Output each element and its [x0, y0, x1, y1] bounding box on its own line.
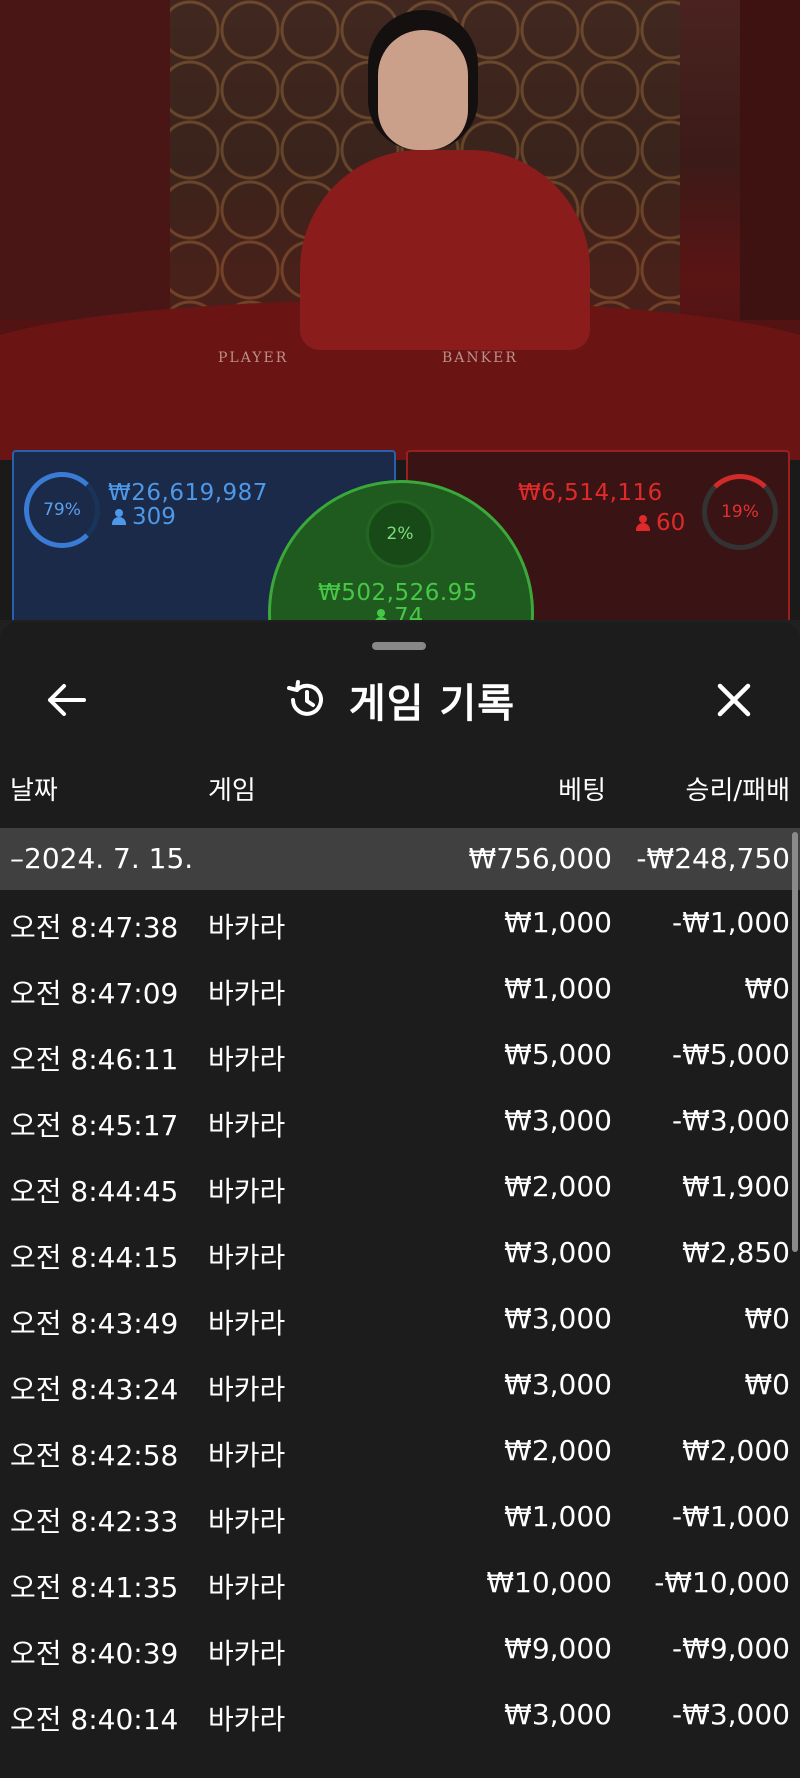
- history-row[interactable]: 오전 8:40:39 바카라 ₩9,000 -₩9,000: [0, 1616, 800, 1682]
- row-time: 오전 8:47:38: [10, 911, 179, 944]
- row-result: -₩9,000: [672, 1632, 790, 1665]
- row-result: -₩1,000: [672, 1500, 790, 1533]
- row-bet: ₩1,000: [504, 972, 612, 1005]
- row-time: 오전 8:42:58: [10, 1439, 179, 1472]
- row-time: 오전 8:41:35: [10, 1571, 179, 1604]
- row-game: 바카라: [208, 1637, 286, 1670]
- summary-date: –2024. 7. 15.: [10, 842, 194, 875]
- row-game: 바카라: [208, 1241, 286, 1274]
- close-icon: [717, 683, 751, 717]
- tie-percent-ring: 2%: [366, 500, 434, 568]
- player-count: 309: [112, 504, 176, 530]
- row-time: 오전 8:46:11: [10, 1043, 179, 1076]
- history-icon: [286, 680, 323, 716]
- row-time: 오전 8:40:14: [10, 1703, 179, 1736]
- column-header-bet: 베팅: [558, 776, 606, 806]
- row-game: 바카라: [208, 1439, 286, 1472]
- row-time: 오전 8:43:49: [10, 1307, 179, 1340]
- row-bet: ₩3,000: [504, 1368, 612, 1401]
- history-row[interactable]: 오전 8:47:38 바카라 ₩1,000 -₩1,000: [0, 890, 800, 956]
- row-result: ₩0: [744, 1302, 791, 1335]
- game-history-sheet: 게임 기록 날짜 게임 베팅 승리/패배 –2024. 7. 15. ₩756,…: [0, 622, 800, 1778]
- sheet-header: 게임 기록: [0, 670, 800, 730]
- row-time: 오전 8:44:45: [10, 1175, 179, 1208]
- sheet-title: 게임 기록: [348, 681, 516, 727]
- live-video-feed: PLAYER BANKER: [0, 0, 800, 460]
- banker-percent-ring: 19%: [702, 474, 778, 550]
- history-row[interactable]: 오전 8:46:11 바카라 ₩5,000 -₩5,000: [0, 1022, 800, 1088]
- column-header-game: 게임: [208, 776, 256, 806]
- row-bet: ₩3,000: [504, 1236, 612, 1269]
- row-game: 바카라: [208, 1571, 286, 1604]
- date-summary-row[interactable]: –2024. 7. 15. ₩756,000 -₩248,750: [0, 828, 800, 890]
- table-label-banker: BANKER: [442, 350, 518, 366]
- row-time: 오전 8:40:39: [10, 1637, 179, 1670]
- close-button[interactable]: [704, 670, 764, 730]
- row-result: ₩1,900: [682, 1170, 790, 1203]
- row-game: 바카라: [208, 1175, 286, 1208]
- row-game: 바카라: [208, 977, 286, 1010]
- history-list: 오전 8:47:38 바카라 ₩1,000 -₩1,000 오전 8:47:09 바카라 ₩…: [0, 890, 800, 1748]
- history-row[interactable]: 오전 8:40:14 바카라 ₩3,000 -₩3,000: [0, 1682, 800, 1748]
- row-time: 오전 8:43:24: [10, 1373, 179, 1406]
- row-bet: ₩5,000: [504, 1038, 612, 1071]
- history-row[interactable]: 오전 8:42:58 바카라 ₩2,000 ₩2,000: [0, 1418, 800, 1484]
- history-row[interactable]: 오전 8:43:24 바카라 ₩3,000 ₩0: [0, 1352, 800, 1418]
- row-result: -₩1,000: [672, 906, 790, 939]
- row-game: 바카라: [208, 1043, 286, 1076]
- row-result: ₩0: [744, 972, 791, 1005]
- history-row[interactable]: 오전 8:43:49 바카라 ₩3,000 ₩0: [0, 1286, 800, 1352]
- tie-total-amount: ₩502,526.95: [318, 580, 478, 606]
- dealer: [378, 30, 468, 150]
- row-time: 오전 8:44:15: [10, 1241, 179, 1274]
- row-result: -₩3,000: [672, 1104, 790, 1137]
- row-result: -₩5,000: [672, 1038, 790, 1071]
- history-row[interactable]: 오전 8:44:45 바카라 ₩2,000 ₩1,900: [0, 1154, 800, 1220]
- row-result: ₩2,000: [682, 1434, 790, 1467]
- player-total-amount: ₩26,619,987: [108, 480, 268, 506]
- row-game: 바카라: [208, 1373, 286, 1406]
- row-bet: ₩9,000: [504, 1632, 612, 1665]
- row-result: ₩0: [744, 1368, 791, 1401]
- row-result: -₩10,000: [654, 1566, 790, 1599]
- banker-count: 60: [636, 510, 685, 536]
- history-row[interactable]: 오전 8:41:35 바카라 ₩10,000 -₩10,000: [0, 1550, 800, 1616]
- row-game: 바카라: [208, 1703, 286, 1736]
- row-result: ₩2,850: [682, 1236, 790, 1269]
- row-bet: ₩3,000: [504, 1698, 612, 1731]
- history-row[interactable]: 오전 8:45:17 바카라 ₩3,000 -₩3,000: [0, 1088, 800, 1154]
- row-bet: ₩2,000: [504, 1170, 612, 1203]
- column-header-date: 날짜: [10, 776, 58, 806]
- column-header-result: 승리/패배: [685, 776, 790, 806]
- row-bet: ₩2,000: [504, 1434, 612, 1467]
- table-label-player: PLAYER: [218, 350, 289, 366]
- row-bet: ₩3,000: [504, 1104, 612, 1137]
- row-bet: ₩10,000: [486, 1566, 612, 1599]
- row-bet: ₩1,000: [504, 906, 612, 939]
- row-bet: ₩1,000: [504, 1500, 612, 1533]
- scrollbar[interactable]: [792, 832, 798, 1252]
- row-game: 바카라: [208, 1109, 286, 1142]
- person-icon: [636, 515, 650, 531]
- history-row[interactable]: 오전 8:42:33 바카라 ₩1,000 -₩1,000: [0, 1484, 800, 1550]
- summary-bet: ₩756,000: [468, 842, 612, 875]
- player-percent-ring: 79%: [24, 472, 100, 548]
- sheet-drag-handle[interactable]: [372, 642, 426, 650]
- summary-result: -₩248,750: [636, 842, 790, 875]
- history-row[interactable]: 오전 8:44:15 바카라 ₩3,000 ₩2,850: [0, 1220, 800, 1286]
- banker-total-amount: ₩6,514,116: [518, 480, 663, 506]
- row-time: 오전 8:42:33: [10, 1505, 179, 1538]
- person-icon: [112, 509, 126, 525]
- row-game: 바카라: [208, 1307, 286, 1340]
- history-row[interactable]: 오전 8:47:09 바카라 ₩1,000 ₩0: [0, 956, 800, 1022]
- row-bet: ₩3,000: [504, 1302, 612, 1335]
- row-time: 오전 8:47:09: [10, 977, 179, 1010]
- row-game: 바카라: [208, 1505, 286, 1538]
- row-result: -₩3,000: [672, 1698, 790, 1731]
- row-time: 오전 8:45:17: [10, 1109, 179, 1142]
- row-game: 바카라: [208, 911, 286, 944]
